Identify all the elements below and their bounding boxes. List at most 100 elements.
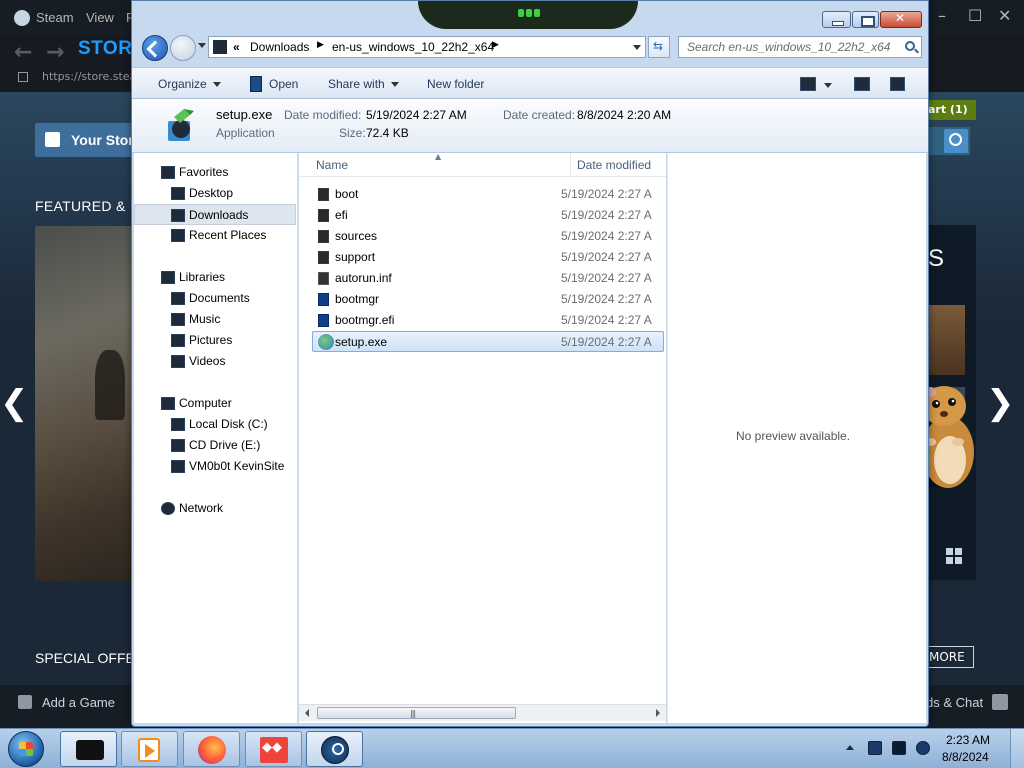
organize-button[interactable]: Organize bbox=[158, 77, 221, 91]
search-icon[interactable] bbox=[944, 129, 968, 153]
preview-pane-icon[interactable] bbox=[854, 77, 870, 91]
steam-more-button[interactable]: MORE bbox=[926, 646, 974, 668]
taskbar-steam-button[interactable] bbox=[306, 731, 363, 767]
taskbar-anydesk-button[interactable] bbox=[245, 731, 302, 767]
file-row-efi[interactable]: efi 5/19/2024 2:27 A bbox=[313, 205, 665, 226]
media-player-icon bbox=[138, 738, 160, 762]
clock-date[interactable]: 8/8/2024 bbox=[942, 750, 989, 764]
nav-music[interactable]: Music bbox=[134, 309, 296, 330]
steam-icon bbox=[321, 736, 349, 764]
steam-menu-steam[interactable]: Steam bbox=[36, 10, 74, 25]
steam-minimize-button[interactable]: – bbox=[938, 6, 946, 25]
help-icon[interactable] bbox=[890, 77, 905, 91]
new-folder-button[interactable]: New folder bbox=[427, 77, 484, 91]
nav-downloads[interactable]: Downloads bbox=[134, 204, 296, 225]
close-button[interactable] bbox=[880, 11, 922, 28]
address-bar[interactable]: « Downloads ▶ en-us_windows_10_22h2_x64 … bbox=[208, 36, 646, 58]
share-with-button[interactable]: Share with bbox=[328, 77, 399, 91]
show-hidden-icons-icon[interactable] bbox=[846, 745, 854, 750]
nav-network-share[interactable]: VM0b0t KevinSite bbox=[134, 456, 296, 477]
lock-icon bbox=[18, 72, 28, 82]
file-row-setup-exe[interactable]: setup.exe 5/19/2024 2:27 A bbox=[312, 331, 664, 352]
steam-friends-chat-button[interactable]: ds & Chat bbox=[926, 695, 983, 710]
nav-label: Desktop bbox=[189, 186, 234, 200]
taskbar-firefox-button[interactable] bbox=[183, 731, 240, 767]
documents-icon bbox=[171, 292, 185, 305]
column-divider[interactable] bbox=[570, 153, 571, 177]
pictures-icon bbox=[171, 334, 185, 347]
nav-libraries[interactable]: Libraries bbox=[134, 267, 296, 288]
steam-special-offers-heading: SPECIAL OFFE bbox=[35, 650, 135, 666]
steam-cart-button[interactable]: art (1) bbox=[926, 100, 976, 120]
file-row-autorun[interactable]: autorun.inf 5/19/2024 2:27 A bbox=[313, 268, 665, 289]
file-row-boot[interactable]: boot 5/19/2024 2:27 A bbox=[313, 184, 665, 205]
breadcrumb-chevron-icon[interactable]: ▶ bbox=[317, 40, 324, 50]
file-row-support[interactable]: support 5/19/2024 2:27 A bbox=[313, 247, 665, 268]
file-name: autorun.inf bbox=[335, 271, 392, 285]
file-row-sources[interactable]: sources 5/19/2024 2:27 A bbox=[313, 226, 665, 247]
breadcrumb-chevron-icon[interactable]: ▶ bbox=[492, 40, 499, 50]
nav-cd-drive[interactable]: CD Drive (E:) bbox=[134, 435, 296, 456]
anydesk-icon bbox=[260, 737, 288, 763]
clock-time[interactable]: 2:23 AM bbox=[946, 733, 990, 747]
volume-icon[interactable] bbox=[916, 741, 930, 755]
column-header-date-modified[interactable]: Date modified bbox=[577, 158, 651, 172]
steam-menu-view[interactable]: View bbox=[86, 10, 114, 25]
steam-your-store-button[interactable]: Your Stor bbox=[35, 123, 145, 157]
show-desktop-button[interactable] bbox=[1010, 729, 1024, 768]
steam-maximize-button[interactable]: ☐ bbox=[968, 6, 982, 25]
steam-back-icon[interactable]: ← bbox=[14, 40, 32, 65]
scroll-left-icon[interactable] bbox=[305, 709, 309, 717]
address-overflow-chevron[interactable]: « bbox=[233, 40, 240, 54]
nav-documents[interactable]: Documents bbox=[134, 288, 296, 309]
scroll-right-icon[interactable] bbox=[656, 709, 660, 717]
open-icon bbox=[250, 76, 262, 92]
nav-favorites[interactable]: Favorites bbox=[134, 162, 296, 183]
open-button[interactable]: Open bbox=[269, 77, 298, 91]
nav-network[interactable]: Network bbox=[134, 498, 296, 519]
nav-local-disk[interactable]: Local Disk (C:) bbox=[134, 414, 296, 435]
libraries-icon bbox=[161, 271, 175, 284]
file-row-bootmgr[interactable]: bootmgr 5/19/2024 2:27 A bbox=[313, 289, 665, 310]
nav-desktop[interactable]: Desktop bbox=[134, 183, 296, 204]
address-dropdown-icon[interactable] bbox=[633, 45, 641, 50]
nav-computer[interactable]: Computer bbox=[134, 393, 296, 414]
nav-pictures[interactable]: Pictures bbox=[134, 330, 296, 351]
steam-add-game-button[interactable]: Add a Game bbox=[42, 695, 115, 710]
indicator-light-icon bbox=[526, 9, 532, 17]
view-options-chevron-icon[interactable] bbox=[824, 83, 832, 88]
refresh-button[interactable] bbox=[648, 36, 670, 58]
windows-platform-icon bbox=[946, 548, 962, 564]
minimize-button[interactable] bbox=[822, 11, 851, 28]
breadcrumb-downloads[interactable]: Downloads bbox=[250, 40, 309, 54]
steam-forward-icon[interactable]: → bbox=[46, 40, 64, 65]
breadcrumb-current-folder[interactable]: en-us_windows_10_22h2_x64 bbox=[332, 40, 494, 54]
steam-close-button[interactable]: ✕ bbox=[998, 6, 1011, 25]
recent-places-icon bbox=[171, 229, 185, 242]
taskbar-media-player-button[interactable] bbox=[121, 731, 178, 767]
steam-side-thumbnail[interactable] bbox=[928, 305, 965, 375]
file-row-bootmgr-efi[interactable]: bootmgr.efi 5/19/2024 2:27 A bbox=[313, 310, 665, 331]
column-header-name[interactable]: Name bbox=[316, 158, 348, 172]
tray-app-icon[interactable] bbox=[868, 741, 882, 755]
friends-chat-icon[interactable] bbox=[992, 694, 1008, 710]
recent-pages-dropdown-icon[interactable] bbox=[198, 43, 206, 48]
add-icon[interactable] bbox=[18, 695, 32, 709]
maximize-button[interactable] bbox=[852, 11, 879, 28]
horizontal-scrollbar[interactable]: ||| bbox=[299, 704, 666, 721]
search-input[interactable]: Search en-us_windows_10_22h2_x64 bbox=[678, 36, 922, 58]
network-status-icon[interactable] bbox=[892, 741, 906, 755]
carousel-left-arrow-icon[interactable]: ❮ bbox=[0, 383, 29, 423]
scrollbar-thumb[interactable]: ||| bbox=[317, 707, 516, 719]
store-icon bbox=[45, 132, 60, 147]
change-view-icon[interactable] bbox=[800, 77, 816, 91]
nav-recent-places[interactable]: Recent Places bbox=[134, 225, 296, 246]
start-button[interactable] bbox=[8, 731, 44, 767]
carousel-right-arrow-icon[interactable]: ❯ bbox=[986, 383, 1015, 423]
search-icon[interactable] bbox=[905, 41, 915, 51]
file-name: sources bbox=[335, 229, 378, 243]
nav-videos[interactable]: Videos bbox=[134, 351, 296, 372]
forward-button[interactable] bbox=[170, 35, 196, 61]
back-button[interactable] bbox=[142, 35, 168, 61]
taskbar-explorer-button[interactable] bbox=[60, 731, 117, 767]
